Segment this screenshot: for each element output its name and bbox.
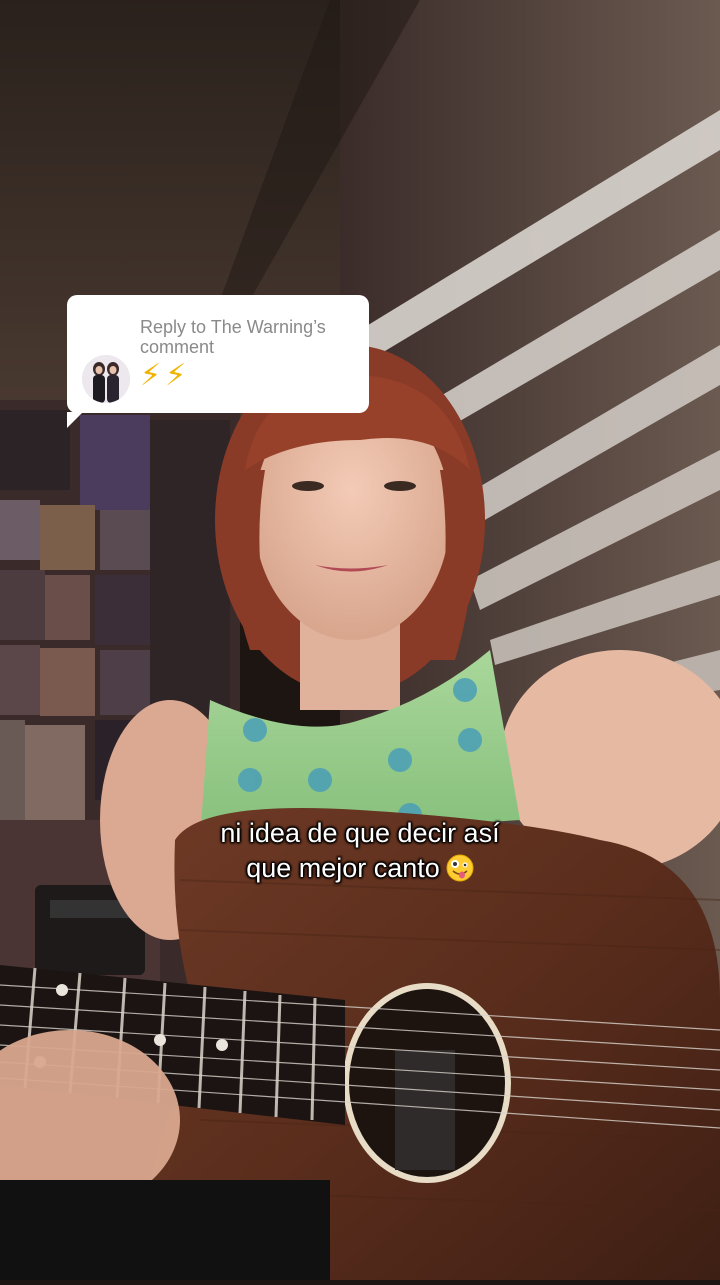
video-caption: ni idea de que decir así que mejor canto bbox=[0, 816, 720, 886]
reply-title: Reply to The Warning’s comment bbox=[140, 317, 326, 357]
caption-line-2: que mejor canto bbox=[246, 853, 440, 883]
video-background bbox=[0, 0, 720, 1280]
avatar-image bbox=[82, 355, 130, 403]
video-frame[interactable] bbox=[0, 0, 720, 1280]
reply-card-tail bbox=[67, 412, 83, 428]
caption-line-1: ni idea de que decir así bbox=[220, 818, 500, 848]
reply-comment-card[interactable]: Reply to The Warning’s comment ⚡⚡ bbox=[67, 295, 369, 428]
commenter-avatar bbox=[82, 355, 130, 403]
reply-comment-text: ⚡⚡ bbox=[140, 359, 191, 392]
caption-line-2-wrap: que mejor canto bbox=[0, 851, 720, 886]
zany-face-emoji-icon bbox=[446, 854, 474, 882]
